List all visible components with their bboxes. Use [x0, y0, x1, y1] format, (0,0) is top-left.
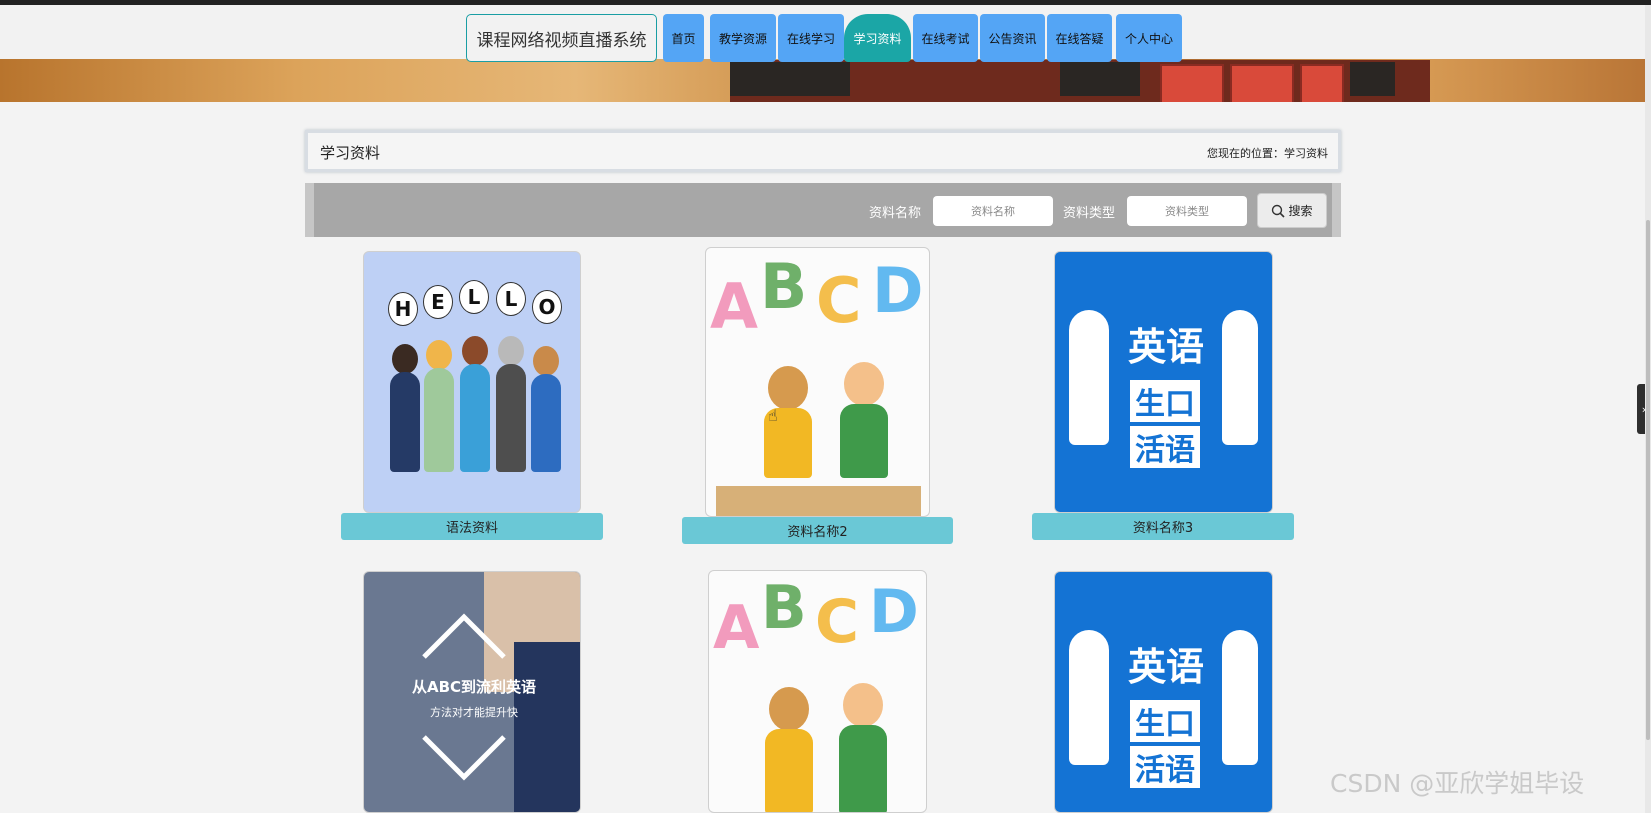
- hand-cursor-icon: ☝: [768, 406, 778, 425]
- letter-b: B: [760, 250, 808, 323]
- nav-announcements[interactable]: 公告资讯: [980, 14, 1045, 62]
- page-title-bar: 学习资料 您现在的位置：学习资料: [305, 130, 1341, 172]
- letter-c: C: [816, 264, 862, 337]
- letter-b: B: [761, 573, 807, 643]
- letter-balloon: E: [423, 285, 453, 319]
- search-button[interactable]: 搜索: [1257, 193, 1327, 228]
- material-caption[interactable]: 资料名称3: [1032, 513, 1294, 540]
- nav-study-materials[interactable]: 学习资料: [844, 14, 911, 62]
- scrollbar-thumb[interactable]: [1646, 220, 1650, 740]
- material-caption[interactable]: 资料名称2: [682, 517, 953, 544]
- student-text1: 从ABC到流利英语: [411, 678, 537, 696]
- breadcrumb: 您现在的位置：学习资料: [1207, 147, 1328, 160]
- nav-online-exam[interactable]: 在线考试: [913, 14, 978, 62]
- material-image[interactable]: 英语 生口 活语: [1054, 571, 1273, 813]
- type-input[interactable]: [1127, 196, 1247, 226]
- watermark: CSDN @亚欣学姐毕设: [1330, 769, 1585, 798]
- letter-d: D: [872, 254, 924, 327]
- name-label: 资料名称: [869, 206, 922, 221]
- letter-a: A: [710, 270, 758, 343]
- nav-personal-center[interactable]: 个人中心: [1116, 14, 1182, 62]
- letter-d: D: [869, 577, 919, 647]
- banner-book-art: [730, 60, 1430, 102]
- blue-sub1: 生口: [1130, 700, 1200, 742]
- top-navbar: 课程网络视频直播系统 首页 教学资源 在线学习 学习资料 在线考试 公告资讯 在…: [0, 5, 1645, 62]
- diamond-frame-icon: [422, 613, 506, 781]
- woman-figure-icon: [1069, 310, 1109, 445]
- type-label: 资料类型: [1063, 206, 1116, 221]
- letter-c: C: [815, 587, 860, 657]
- man-figure-icon: [1222, 630, 1258, 765]
- blue-title: 英语: [1127, 645, 1204, 689]
- letter-balloon: O: [532, 290, 562, 324]
- letter-a: A: [713, 593, 760, 663]
- search-button-label: 搜索: [1288, 204, 1313, 218]
- letter-balloon: L: [459, 280, 489, 314]
- material-image[interactable]: 从ABC到流利英语 方法对才能提升快: [363, 571, 581, 813]
- material-image[interactable]: 英语 生口 活语: [1054, 251, 1273, 513]
- letter-balloon: L: [496, 282, 526, 316]
- site-title[interactable]: 课程网络视频直播系统: [466, 14, 657, 62]
- student-text2: 方法对才能提升快: [430, 706, 518, 719]
- woman-figure-icon: [1069, 630, 1109, 765]
- name-input[interactable]: [933, 196, 1053, 226]
- material-caption[interactable]: 语法资料: [341, 513, 603, 540]
- blue-sub1: 生口: [1130, 380, 1200, 422]
- material-image[interactable]: A B C D: [708, 570, 927, 813]
- nav-home[interactable]: 首页: [663, 14, 704, 62]
- man-figure-icon: [1222, 310, 1258, 445]
- search-bar: 资料名称 资料类型 搜索: [305, 183, 1341, 237]
- nav-teaching-resources[interactable]: 教学资源: [710, 14, 776, 62]
- material-image[interactable]: A B C D: [705, 247, 930, 517]
- blue-title: 英语: [1127, 325, 1204, 369]
- search-icon: [1272, 204, 1286, 218]
- page-title: 学习资料: [320, 144, 381, 162]
- page-scrollbar[interactable]: [1645, 5, 1651, 813]
- nav-online-learning[interactable]: 在线学习: [778, 14, 844, 62]
- blue-sub2: 活语: [1130, 746, 1200, 788]
- blue-sub2: 活语: [1130, 426, 1200, 468]
- letter-balloon: H: [388, 292, 418, 326]
- nav-online-qa[interactable]: 在线答疑: [1047, 14, 1112, 62]
- material-image[interactable]: H E L L O: [363, 251, 581, 513]
